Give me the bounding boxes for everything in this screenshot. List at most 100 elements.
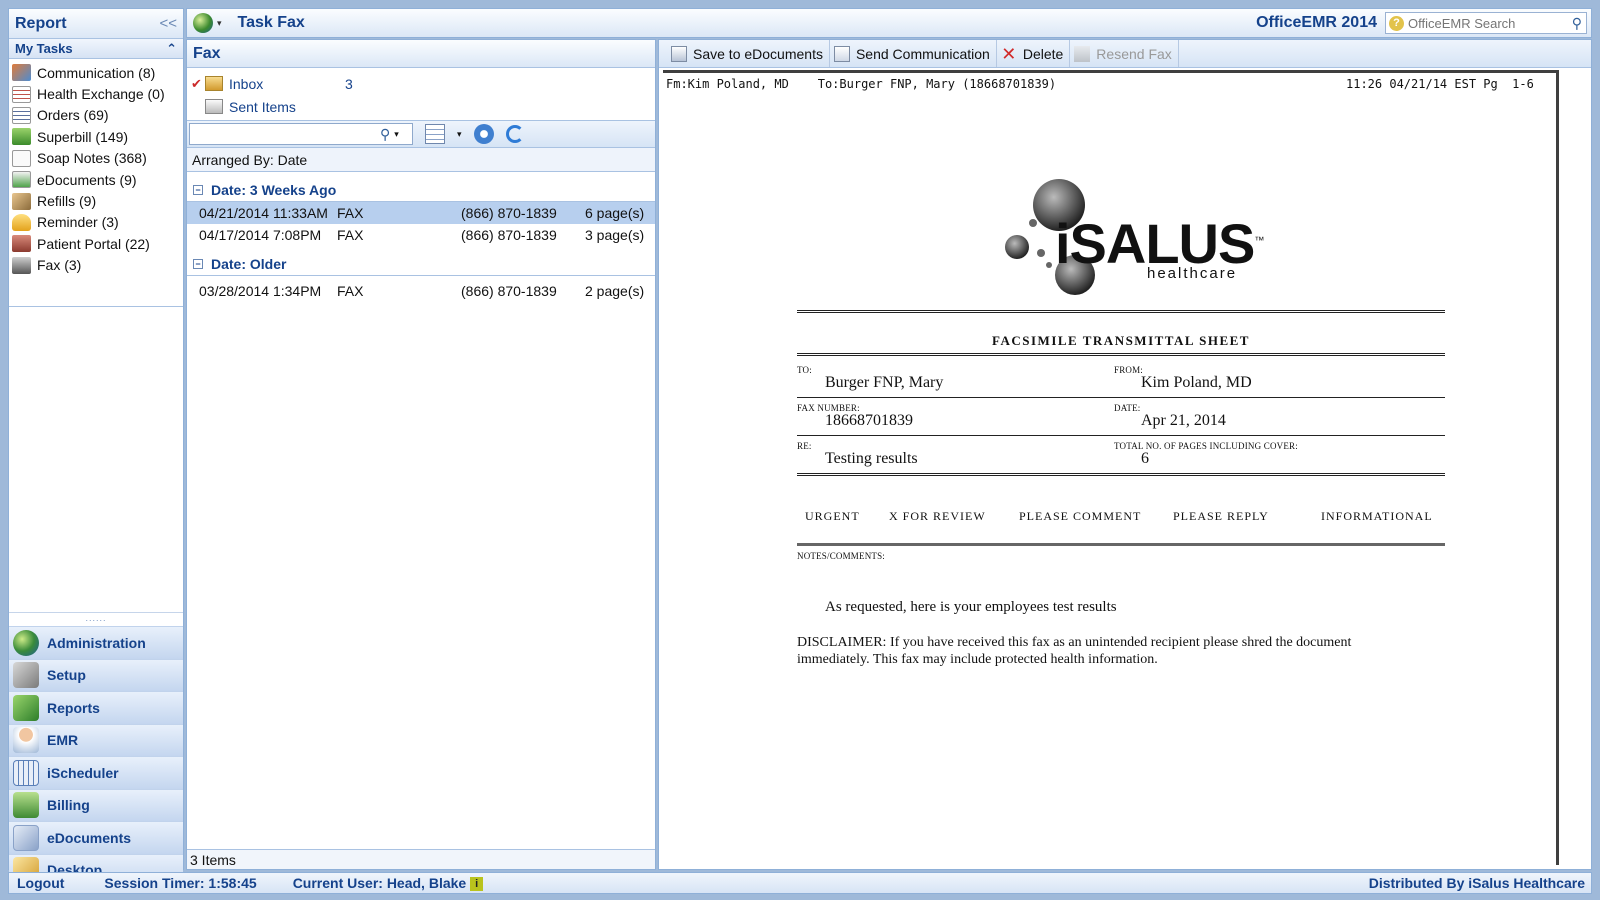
fax-message: As requested, here is your employees tes…: [825, 599, 1117, 615]
option-informational: INFORMATIONAL: [1321, 509, 1433, 523]
folder-count: 3: [345, 75, 353, 92]
table-row[interactable]: 04/21/2014 11:33AM FAX (866) 870-1839 6 …: [187, 202, 655, 224]
resend-fax-button[interactable]: Resend Fax: [1070, 40, 1179, 67]
divider: [797, 543, 1445, 546]
table-row[interactable]: 03/28/2014 1:34PM FAX (866) 870-1839 2 p…: [187, 280, 655, 302]
date-value: Apr 21, 2014: [1141, 412, 1226, 429]
folder-sent-items[interactable]: Sent Items: [191, 95, 655, 118]
fax-panel-title: Fax: [187, 40, 655, 68]
columns-icon[interactable]: [425, 124, 445, 144]
nav-emr[interactable]: EMR: [9, 723, 183, 756]
fax-number-value: 18668701839: [825, 412, 913, 429]
task-item-reminder[interactable]: Reminder (3): [12, 212, 183, 233]
folder-inbox[interactable]: ✔ Inbox 3: [191, 72, 655, 95]
delete-button[interactable]: ✕ Delete: [997, 40, 1071, 67]
option-urgent: URGENT: [805, 509, 860, 523]
nav-reports[interactable]: Reports: [9, 691, 183, 724]
portal-icon: [12, 235, 31, 253]
collapse-tasks-icon[interactable]: ⌃: [166, 41, 177, 57]
calendar-icon: [13, 759, 39, 786]
filter-search-icon[interactable]: ⚲: [380, 126, 390, 143]
help-circle-icon[interactable]: [473, 124, 494, 144]
task-item-edocuments[interactable]: eDocuments (9): [12, 169, 183, 190]
folder-list: ✔ Inbox 3 Sent Items: [187, 68, 655, 120]
option-please-reply: PLEASE REPLY: [1173, 509, 1269, 523]
group-header-3-weeks-ago[interactable]: − Date: 3 Weeks Ago: [187, 178, 655, 202]
resend-fax-icon: [1074, 45, 1091, 62]
note-icon: [12, 149, 31, 167]
exchange-icon: [12, 85, 31, 103]
sent-items-icon: [205, 99, 223, 114]
my-tasks-title: My Tasks: [15, 41, 73, 56]
task-item-soap-notes[interactable]: Soap Notes (368): [12, 148, 183, 169]
list-toolbar: ⚲ ▾ ▾: [187, 120, 655, 148]
my-tasks-header[interactable]: My Tasks ⌃: [9, 39, 183, 59]
sheet-title: FACSIMILE TRANSMITTAL SHEET: [992, 333, 1250, 348]
chart-icon: [13, 694, 39, 721]
info-icon[interactable]: i: [470, 877, 484, 892]
refresh-icon[interactable]: [505, 125, 524, 143]
disclaimer-line-2: immediately. This fax may include protec…: [797, 652, 1158, 667]
refill-icon: [12, 192, 31, 210]
nav-billing[interactable]: Billing: [9, 788, 183, 821]
filter-dropdown-icon[interactable]: ▾: [394, 129, 399, 140]
search-icon[interactable]: ⚲: [1572, 15, 1582, 32]
nav-ischeduler[interactable]: iScheduler: [9, 756, 183, 789]
status-bar: Logout Session Timer: 1:58:45 Current Us…: [8, 872, 1592, 894]
send-communication-button[interactable]: Send Communication: [830, 40, 997, 67]
group-header-older[interactable]: − Date: Older: [187, 252, 655, 276]
billing-icon: [13, 792, 39, 819]
edocuments-icon: [12, 171, 31, 189]
distributed-by: Distributed By iSalus Healthcare: [1368, 875, 1585, 891]
save-to-edocuments-button[interactable]: Save to eDocuments: [667, 40, 830, 67]
folder-label: Inbox: [229, 75, 264, 92]
tools-icon: [13, 662, 39, 689]
task-item-patient-portal[interactable]: Patient Portal (22): [12, 233, 183, 254]
re-label: RE:: [797, 441, 812, 451]
inbox-icon: [205, 76, 223, 91]
global-search: ? ⚲: [1385, 12, 1587, 34]
to-label: TO:: [797, 365, 812, 375]
fax-document[interactable]: Fm:Kim Poland, MD To:Burger FNP, Mary (1…: [663, 70, 1559, 865]
task-item-superbill[interactable]: Superbill (149): [12, 126, 183, 147]
trademark: ™: [1254, 235, 1264, 247]
save-icon: [671, 45, 687, 62]
collapse-group-icon[interactable]: −: [193, 258, 203, 269]
nav-edocuments[interactable]: eDocuments: [9, 821, 183, 854]
collapse-group-icon[interactable]: −: [193, 184, 203, 195]
notes-label: NOTES/COMMENTS:: [797, 551, 886, 561]
option-for-review: X FOR REVIEW: [889, 509, 986, 523]
task-item-communication[interactable]: Communication (8): [12, 62, 183, 83]
chevron-down-icon[interactable]: ▾: [217, 18, 222, 29]
fax-icon: [12, 256, 31, 274]
table-row[interactable]: 04/17/2014 7:08PM FAX (866) 870-1839 3 p…: [187, 224, 655, 246]
brand-title: OfficeEMR 2014: [1256, 14, 1377, 31]
re-value: Testing results: [825, 450, 918, 467]
help-icon[interactable]: ?: [1389, 15, 1404, 31]
arranged-by-label[interactable]: Arranged By: Date: [187, 148, 655, 172]
task-item-orders[interactable]: Orders (69): [12, 105, 183, 126]
disclaimer-line-1: DISCLAIMER: If you have received this fa…: [797, 635, 1352, 650]
fax-viewer-panel: Save to eDocuments Send Communication ✕ D…: [658, 39, 1592, 870]
filter-box: ⚲ ▾: [189, 123, 413, 145]
option-please-comment: PLEASE COMMENT: [1019, 509, 1142, 523]
splitter-grip[interactable]: ......: [9, 612, 183, 626]
logout-link[interactable]: Logout: [17, 875, 64, 891]
users-icon: [12, 64, 31, 82]
task-item-refills[interactable]: Refills (9): [12, 190, 183, 211]
divider: [797, 353, 1445, 356]
globe-menu-icon[interactable]: [193, 13, 213, 33]
doctor-icon: [13, 727, 39, 754]
folder-label: Sent Items: [229, 98, 296, 115]
task-item-fax[interactable]: Fax (3): [12, 255, 183, 276]
filter-input[interactable]: [194, 126, 380, 142]
nav-setup[interactable]: Setup: [9, 658, 183, 691]
search-input[interactable]: [1408, 15, 1548, 31]
collapse-left-icon[interactable]: <<: [159, 15, 177, 32]
columns-dropdown-icon[interactable]: ▾: [457, 129, 462, 140]
task-item-health-exchange[interactable]: Health Exchange (0): [12, 83, 183, 104]
top-bar: ▾ Task Fax OfficeEMR 2014 ? ⚲: [186, 8, 1592, 38]
left-panel-header: Report <<: [9, 9, 183, 39]
divider: [797, 435, 1445, 436]
nav-administration[interactable]: Administration: [9, 626, 183, 659]
